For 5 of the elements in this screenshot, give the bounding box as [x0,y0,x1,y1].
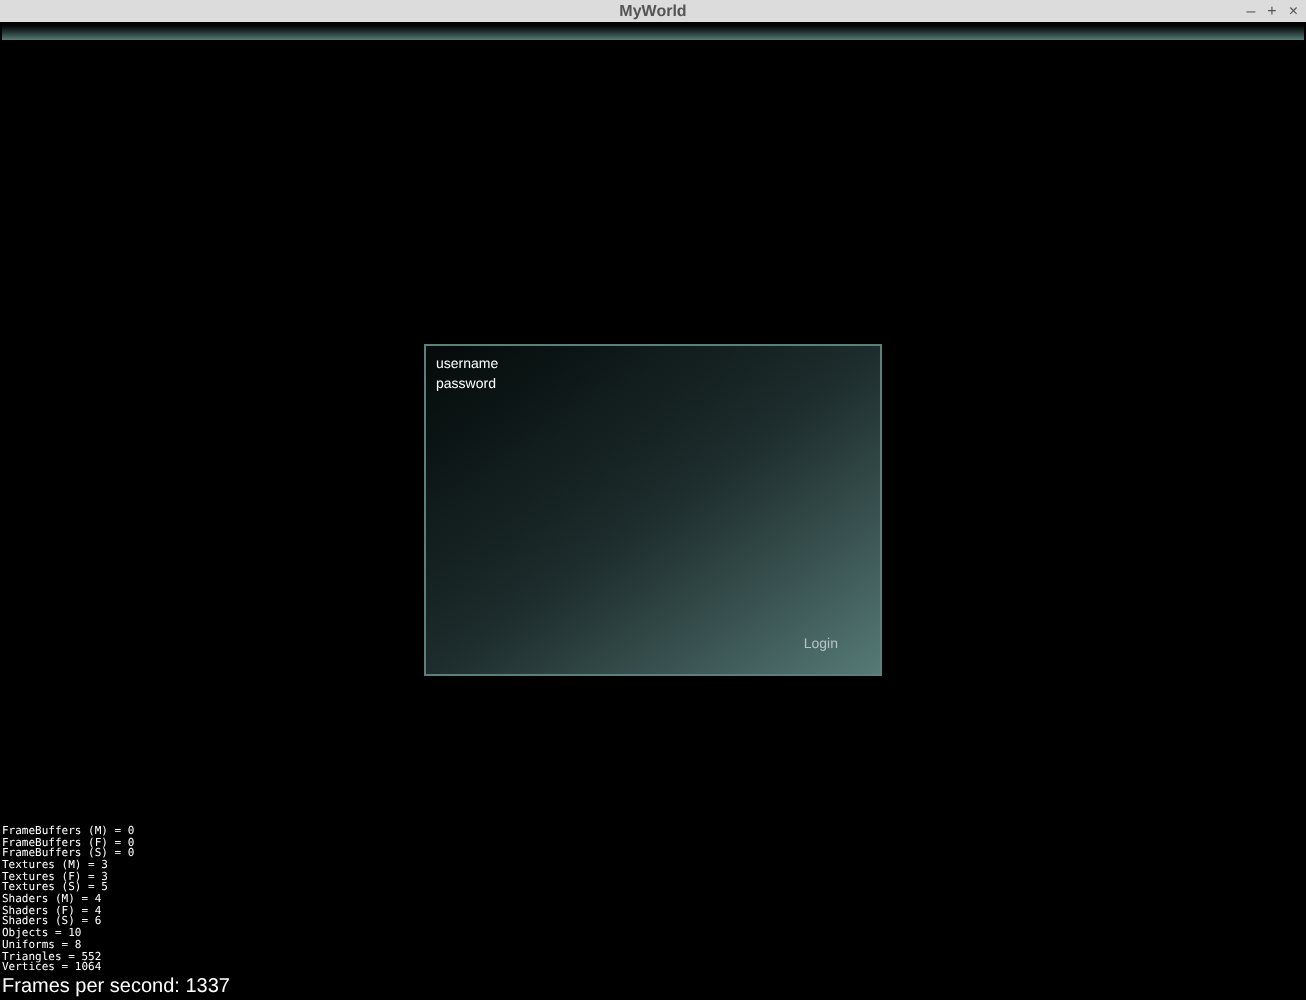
minimize-button[interactable]: – [1246,2,1256,20]
close-button[interactable]: × [1288,2,1298,20]
maximize-button[interactable]: + [1267,2,1277,20]
window-title: MyWorld [619,1,687,21]
fps-counter: Frames per second: 1337 [0,976,232,1000]
